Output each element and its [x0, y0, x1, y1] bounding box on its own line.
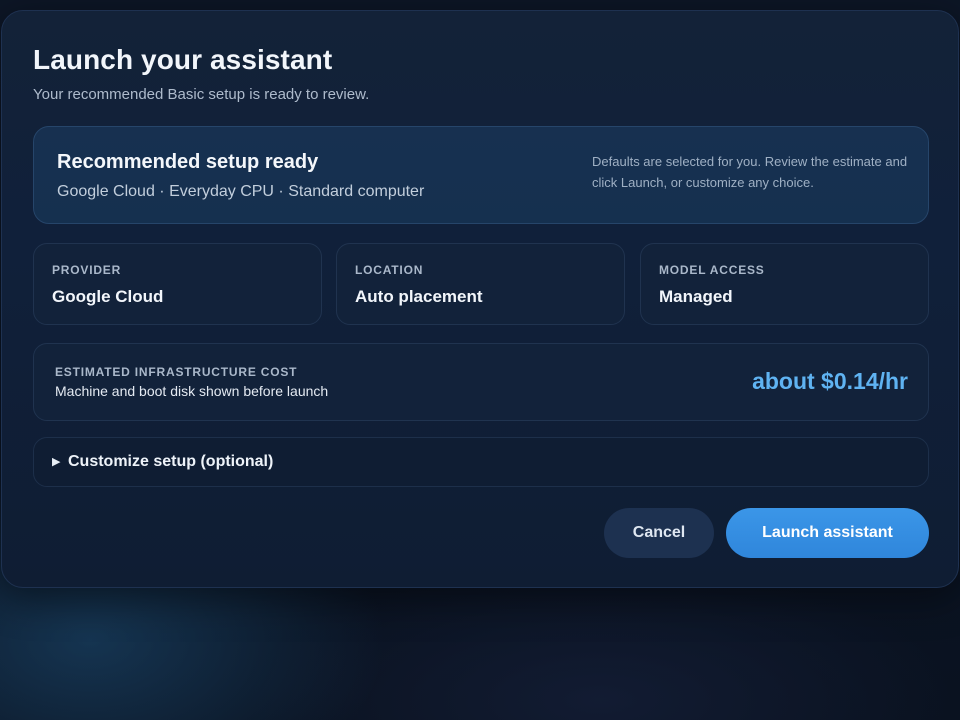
triangle-right-icon: ▶ — [52, 456, 61, 468]
launch-assistant-button[interactable]: Launch assistant — [726, 508, 929, 558]
recommended-setup-summary: Google Cloud · Everyday CPU · Standard c… — [57, 183, 425, 200]
model-access-value: Managed — [659, 287, 733, 306]
cost-estimate-description: Machine and boot disk shown before launc… — [55, 383, 329, 399]
recommended-setup-card: Recommended setup ready Google Cloud · E… — [33, 126, 929, 224]
cancel-button[interactable]: Cancel — [604, 508, 714, 558]
location-label: LOCATION — [355, 263, 424, 277]
dialog-title: Launch your assistant — [33, 44, 333, 75]
dialog-subtitle: Your recommended Basic setup is ready to… — [33, 86, 370, 103]
model-access-card: MODEL ACCESS Managed — [640, 243, 929, 325]
cost-estimate-label: ESTIMATED INFRASTRUCTURE COST — [55, 365, 298, 379]
provider-label: PROVIDER — [52, 263, 122, 277]
customize-setup-toggle[interactable]: ▶ Customize setup (optional) — [33, 437, 929, 487]
cost-estimate-value: about $0.14/hr — [752, 368, 908, 394]
location-value: Auto placement — [355, 287, 483, 306]
location-card: LOCATION Auto placement — [336, 243, 625, 325]
customize-setup-label: Customize setup (optional) — [68, 453, 274, 470]
cost-estimate-card: ESTIMATED INFRASTRUCTURE COST Machine an… — [33, 343, 929, 421]
recommended-setup-note: Defaults are selected for you. Review th… — [592, 154, 908, 190]
provider-card: PROVIDER Google Cloud — [33, 243, 322, 325]
recommended-setup-title: Recommended setup ready — [57, 151, 319, 173]
provider-value: Google Cloud — [52, 287, 164, 306]
model-access-label: MODEL ACCESS — [659, 263, 765, 277]
launch-dialog: Launch your assistant Your recommended B… — [1, 10, 959, 588]
